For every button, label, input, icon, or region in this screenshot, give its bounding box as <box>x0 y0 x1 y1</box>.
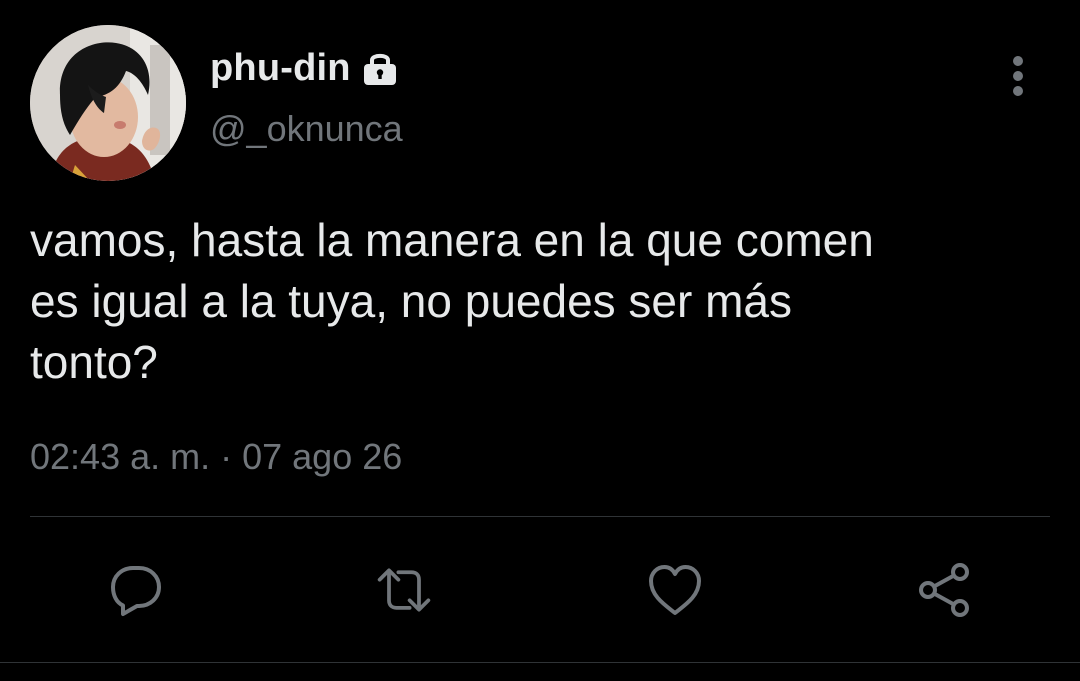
more-options-button[interactable] <box>996 50 1040 102</box>
retweet-icon <box>377 568 431 612</box>
reply-icon <box>111 566 161 616</box>
divider-bottom <box>0 662 1080 663</box>
like-icon <box>649 565 701 615</box>
lock-icon <box>361 49 399 87</box>
more-vertical-icon <box>1013 56 1023 96</box>
retweet-button[interactable] <box>374 560 434 620</box>
share-button[interactable] <box>914 560 974 620</box>
meta-separator: · <box>220 436 233 477</box>
tweet-time[interactable]: 02:43 a. m. <box>30 436 210 478</box>
tweet-text: vamos, hasta la manera en la que comen e… <box>30 214 874 388</box>
tweet-date[interactable]: 07 ago 26 <box>242 436 402 478</box>
display-name-row: phu-din <box>210 44 399 92</box>
display-name[interactable]: phu-din <box>210 47 351 90</box>
divider <box>30 516 1050 517</box>
share-icon <box>919 563 969 617</box>
avatar-image <box>30 25 186 181</box>
avatar[interactable] <box>30 25 186 181</box>
like-button[interactable] <box>645 560 705 620</box>
reply-button[interactable] <box>106 560 166 620</box>
tweet-detail: phu-din @_oknunca vamos, hasta la manera… <box>0 0 1080 681</box>
handle[interactable]: @_oknunca <box>210 108 403 150</box>
tweet-meta: 02:43 a. m. · 07 ago 26 <box>30 436 402 478</box>
